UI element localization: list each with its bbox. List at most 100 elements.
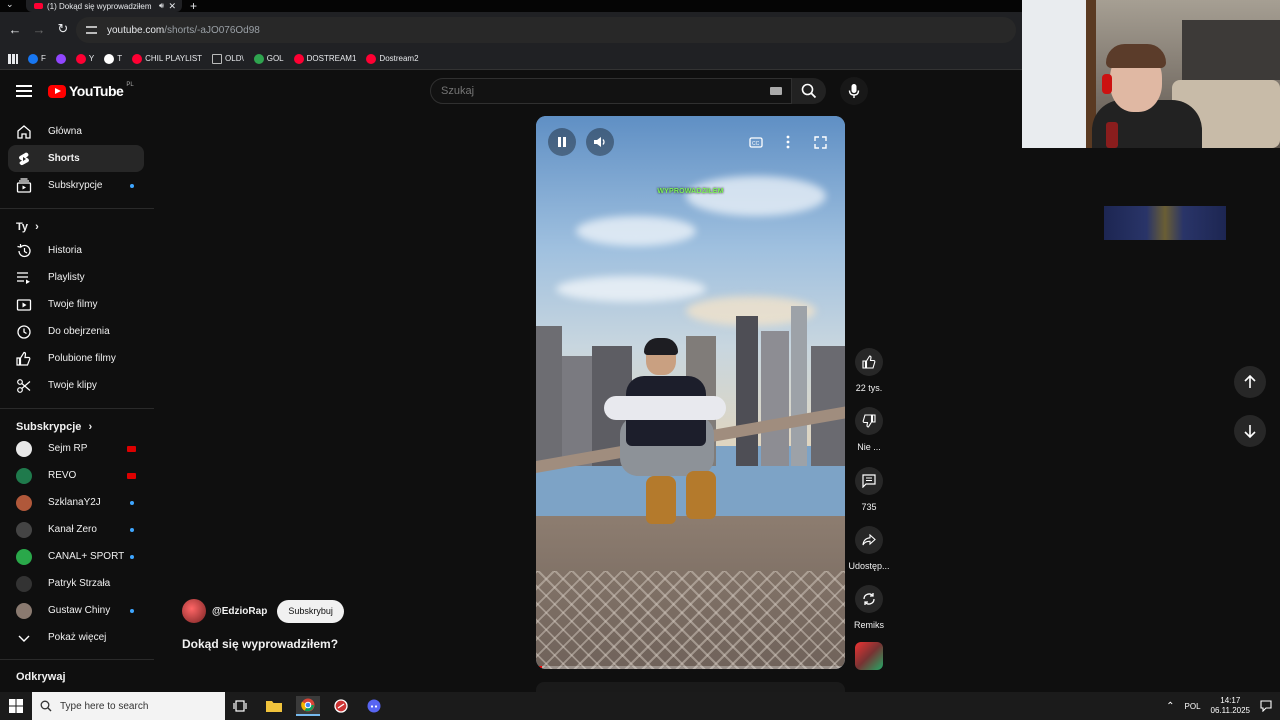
taskbar-search[interactable]: Type here to search: [32, 692, 225, 720]
close-tab-icon[interactable]: ✕: [168, 1, 176, 12]
thumbs-up-icon: [862, 355, 876, 369]
comments-button[interactable]: [855, 467, 883, 495]
voice-search-button[interactable]: [840, 77, 868, 105]
sidebar-item-your-videos[interactable]: Twoje filmy: [8, 291, 144, 318]
live-indicator-icon: [127, 472, 136, 479]
sidebar-item-shorts[interactable]: Shorts: [8, 145, 144, 172]
clock[interactable]: 14:17 06.11.2025: [1211, 696, 1250, 716]
next-short-button[interactable]: [1234, 415, 1266, 447]
reload-button[interactable]: ↻: [54, 20, 72, 38]
sidebar-you-heading[interactable]: Ty ›: [16, 221, 39, 233]
apps-icon[interactable]: [8, 53, 18, 64]
start-button[interactable]: [0, 692, 32, 720]
sidebar-subscriptions-heading[interactable]: Subskrypcje ›: [16, 421, 92, 433]
task-view-button[interactable]: [228, 696, 252, 716]
sidebar-item-liked[interactable]: Polubione filmy: [8, 345, 144, 372]
sidebar-divider: [0, 408, 154, 409]
channel-avatar: [16, 602, 32, 619]
subscription-item[interactable]: Kanał Zero: [8, 516, 144, 543]
subscription-item[interactable]: Gustaw Chiny: [8, 597, 144, 624]
gol-icon: [253, 53, 264, 64]
volume-button[interactable]: [586, 128, 614, 156]
menu-icon[interactable]: [16, 85, 32, 97]
channel-handle[interactable]: @EdzioRap: [212, 606, 267, 617]
video-building: [811, 346, 845, 466]
captions-button[interactable]: CC: [748, 134, 764, 150]
twitch-icon: [55, 53, 66, 64]
sidebar-item-playlists[interactable]: Playlisty: [8, 264, 144, 291]
like-action[interactable]: 22 tys.: [848, 348, 890, 393]
share-action[interactable]: Udostęp...: [848, 526, 890, 571]
sound-channel-thumbnail[interactable]: [855, 642, 883, 670]
forward-button[interactable]: →: [30, 20, 48, 38]
bookmark-item[interactable]: [55, 53, 66, 64]
discord-button[interactable]: [362, 696, 386, 716]
show-more-button[interactable]: Pokaż więcej: [8, 624, 144, 651]
clock-time: 14:17: [1220, 696, 1241, 705]
sidebar-item-watch-later[interactable]: Do obejrzenia: [8, 318, 144, 345]
subscription-item[interactable]: Patryk Strzała: [8, 570, 144, 597]
language-indicator[interactable]: POL: [1185, 702, 1201, 711]
bookmark-item[interactable]: Y: [75, 53, 94, 64]
pause-button[interactable]: [548, 128, 576, 156]
youtube-masthead: YouTube PL: [0, 70, 1020, 114]
bookmark-item[interactable]: OLD\: [212, 53, 244, 64]
progress-bar[interactable]: [536, 666, 845, 669]
browser-tab[interactable]: (1) Dokąd się wyprowadziłem 🔊︎ ✕: [26, 0, 182, 12]
subscription-label: Gustaw Chiny: [48, 605, 111, 616]
back-button[interactable]: ←: [6, 20, 24, 38]
search-box[interactable]: [430, 78, 792, 104]
pause-icon: [558, 137, 566, 147]
sidebar-item-subscriptions[interactable]: Subskrypcje: [8, 172, 144, 199]
remix-action[interactable]: Remiks: [848, 585, 890, 630]
captions-icon: CC: [749, 136, 763, 148]
share-button[interactable]: [855, 526, 883, 554]
dislike-action[interactable]: Nie ...: [848, 407, 890, 452]
new-content-dot: [130, 608, 134, 613]
file-explorer-button[interactable]: [262, 696, 286, 716]
fullscreen-button[interactable]: [812, 134, 828, 150]
youtube-logo[interactable]: YouTube PL: [48, 82, 134, 99]
search-button[interactable]: [792, 78, 826, 104]
tab-search-icon[interactable]: ⌄: [6, 0, 14, 10]
site-info-icon[interactable]: [86, 26, 97, 34]
sidebar-item-label: Twoje klipy: [48, 380, 97, 391]
previous-short-button[interactable]: [1234, 366, 1266, 398]
subscribe-button[interactable]: Subskrybuj: [277, 599, 344, 623]
bookmark-item[interactable]: DOSTREAM1: [293, 53, 356, 64]
discord-icon: [367, 699, 381, 713]
bookmark-item[interactable]: CHIL PLAYLIST: [132, 53, 202, 64]
channel-avatar[interactable]: [182, 599, 206, 623]
search-input[interactable]: [431, 79, 731, 103]
subscription-label: Kanał Zero: [48, 524, 97, 535]
dislike-button[interactable]: [855, 407, 883, 435]
notifications-icon[interactable]: [1260, 700, 1272, 712]
chrome-button[interactable]: [296, 696, 320, 716]
sidebar-item-label: Do obejrzenia: [48, 326, 110, 337]
subscription-item[interactable]: SzklanaY2J: [8, 489, 144, 516]
sidebar-item-home[interactable]: Główna: [8, 118, 144, 145]
sidebar-item-clips[interactable]: Twoje klipy: [8, 372, 144, 399]
bookmark-item[interactable]: Dostream2: [366, 53, 419, 64]
tab-title: (1) Dokąd się wyprowadziłem: [47, 1, 152, 11]
video-railing: [536, 571, 845, 669]
like-button[interactable]: [855, 348, 883, 376]
remix-button[interactable]: [855, 585, 883, 613]
sidebar-item-history[interactable]: Historia: [8, 237, 144, 264]
subscription-item[interactable]: CANAL+ SPORT: [8, 543, 144, 570]
bookmark-item[interactable]: T: [104, 53, 122, 64]
chevron-up-icon[interactable]: ⌃: [1166, 701, 1174, 712]
shorts-player[interactable]: WYPROWADZIŁEM CC: [536, 116, 845, 669]
keyboard-icon[interactable]: [770, 87, 782, 95]
youtube-tab-icon: [34, 3, 43, 9]
comments-action[interactable]: 735: [848, 467, 890, 512]
bookmark-item[interactable]: F: [28, 53, 46, 64]
webcam-microphone: [1106, 122, 1118, 148]
subscription-item[interactable]: REVO: [8, 462, 144, 489]
bookmark-item[interactable]: GOL: [253, 53, 284, 64]
channel-avatar: [16, 521, 32, 538]
more-options-button[interactable]: [780, 134, 796, 150]
address-bar[interactable]: youtube.com/shorts/-aJO076Od98: [76, 17, 1016, 43]
subscription-item[interactable]: Sejm RP: [8, 435, 144, 462]
app-button[interactable]: [329, 696, 353, 716]
